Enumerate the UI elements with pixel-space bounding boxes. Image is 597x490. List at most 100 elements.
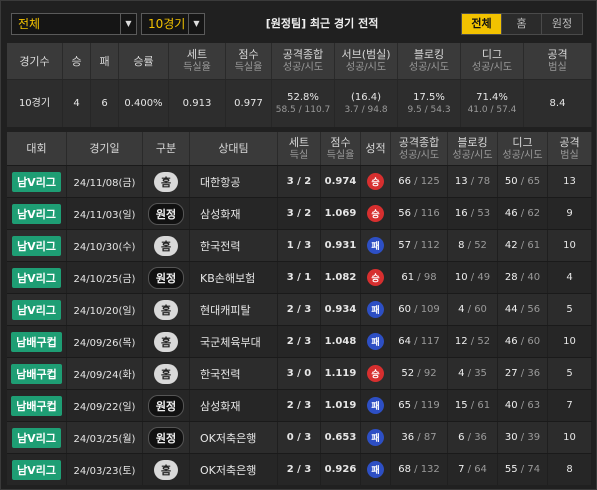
venue-cell: 원정 [143,422,190,453]
league-badge[interactable]: 남V리그 [12,459,61,480]
venue-tab[interactable]: 전체 [462,14,502,34]
summary-header-cell: 경기수 [7,43,63,79]
game-date: 24/09/26(목) [73,338,136,349]
league-badge[interactable]: 남V리그 [12,299,61,320]
points-ratio-cell: 0.931 [321,230,361,261]
league-badge[interactable]: 남V리그 [12,267,61,288]
opponent-name[interactable]: OK저축은행 [200,430,256,446]
venue-cell: 홈 [143,454,190,485]
block-attempts: 61 [477,400,491,411]
table-row[interactable]: 남V리그 24/11/08(금) 홈 대한항공 3 / 2 0.974 승 66 / 125 1… [7,165,592,197]
summary-header-cell: 승 [63,43,91,79]
block-attempts: 64 [474,464,487,475]
points-ratio-cell: 1.119 [321,358,361,389]
attack-success: 57 [398,240,411,251]
opponent-name[interactable]: 한국전력 [200,366,240,382]
table-row[interactable]: 남배구컵 24/09/22(일) 원정 삼성화재 2 / 3 1.019 패 65 / 119… [7,389,592,421]
opponent-name[interactable]: KB손해보험 [200,270,255,286]
summary-header-label: 공격 [547,48,568,61]
games-header-cell: 디그 성공/시도 [498,132,548,165]
games-header-label: 공격 [559,135,580,149]
games-header-cell: 구분 [143,132,190,165]
table-row[interactable]: 남배구컵 24/09/24(화) 홈 한국전력 3 / 0 1.119 승 52 / 92 4 … [7,357,592,389]
venue-cell: 원정 [143,198,190,229]
games-count-select[interactable]: 10경기 ▼ [141,13,205,35]
dig-cell: 42 / 61 [498,230,548,261]
opponent-name[interactable]: 국군체육부대 [200,334,261,350]
summary-value: 10경기 [18,98,51,109]
attack-separator: / [414,432,424,443]
summary-value: 0.400% [124,98,163,109]
date-cell: 24/10/30(수) [67,230,143,261]
block-attempts: 53 [477,208,491,219]
dig-success: 28 [504,272,518,283]
opponent-name[interactable]: OK저축은행 [200,462,256,478]
sets-cell: 3 / 2 [278,166,321,197]
sets-cell: 3 / 2 [278,198,321,229]
games-header-cell: 대회 [7,132,67,165]
dig-attempts: 61 [527,240,541,251]
result-cell: 패 [361,422,391,453]
chevron-down-icon[interactable]: ▼ [188,14,204,34]
league-badge[interactable]: 남배구컵 [11,395,62,416]
block-attempts: 52 [474,240,487,251]
league-badge[interactable]: 남배구컵 [11,363,62,384]
venue-badge: 원정 [147,202,185,225]
opponent-cell: 국군체육부대 [190,326,278,357]
dig-separator: / [517,176,528,187]
dig-separator: / [517,272,528,283]
table-row[interactable]: 남V리그 24/03/25(월) 원정 OK저축은행 0 / 3 0.653 패 36 / 8… [7,421,592,453]
dig-success: 44 [504,304,518,315]
sets-cell: 3 / 0 [278,358,321,389]
result-cell: 승 [361,198,391,229]
block-cell: 8 / 52 [448,230,498,261]
block-attempts: 60 [474,304,487,315]
table-row[interactable]: 남배구컵 24/09/26(목) 홈 국군체육부대 2 / 3 1.048 패 64 / 11… [7,325,592,357]
summary-header-sublabel: 득실율 [234,62,263,73]
result-cell: 패 [361,390,391,421]
league-cell: 남V리그 [7,166,67,197]
dig-cell: 40 / 63 [498,390,548,421]
attack-errors: 9 [566,208,573,219]
set-score: 2 / 3 [286,400,312,411]
league-badge[interactable]: 남배구컵 [11,331,62,352]
dig-success: 42 [504,240,518,251]
block-separator: / [464,368,475,379]
table-row[interactable]: 남V리그 24/10/20(일) 홈 현대캐피탈 2 / 3 0.934 패 60 / 109… [7,293,592,325]
points-ratio: 0.931 [324,240,357,251]
attack-attempts: 98 [423,272,437,283]
result-badge: 패 [367,301,384,318]
venue-tab[interactable]: 원정 [542,14,582,34]
dig-ratio: 44 / 56 [505,304,540,315]
summary-header-label: 경기수 [19,54,50,68]
date-cell: 24/11/03(일) [67,198,143,229]
chevron-down-icon[interactable]: ▼ [120,14,136,34]
summary-value-cell: 52.8% 58.5 / 110.7 [272,79,335,127]
summary-header-label: 패 [99,54,110,68]
set-score: 2 / 3 [286,304,312,315]
opponent-name[interactable]: 현대캐피탈 [200,302,251,318]
opponent-name[interactable]: 한국전력 [200,238,240,254]
opponent-cell: 한국전력 [190,230,278,261]
venue-badge: 홈 [153,331,179,352]
table-row[interactable]: 남V리그 24/10/25(금) 원정 KB손해보험 3 / 1 1.082 승 61 / 9… [7,261,592,293]
table-row[interactable]: 남V리그 24/03/23(토) 홈 OK저축은행 2 / 3 0.926 패 68 / 13… [7,453,592,485]
venue-tab[interactable]: 홈 [502,14,542,34]
league-badge[interactable]: 남V리그 [12,203,61,224]
league-badge[interactable]: 남V리그 [12,427,61,448]
table-row[interactable]: 남V리그 24/10/30(수) 홈 한국전력 1 / 3 0.931 패 57 / 112 8… [7,229,592,261]
table-row[interactable]: 남V리그 24/11/03(일) 원정 삼성화재 3 / 2 1.069 승 56 / 116… [7,197,592,229]
attack-cell: 57 / 112 [391,230,448,261]
opponent-name[interactable]: 대한항공 [200,174,240,190]
dig-attempts: 74 [527,464,541,475]
league-badge[interactable]: 남V리그 [12,235,61,256]
games-header-cell: 점수 득실율 [321,132,361,165]
opponent-name[interactable]: 삼성화재 [200,206,240,222]
opponent-cell: 삼성화재 [190,390,278,421]
dig-separator: / [517,304,528,315]
opponent-name[interactable]: 삼성화재 [200,398,240,414]
attack-ratio: 61 / 98 [401,272,436,283]
league-badge[interactable]: 남V리그 [12,171,61,192]
summary-header-sublabel: 성공/시도 [471,62,513,73]
competition-select[interactable]: 전체 ▼ [11,13,137,35]
